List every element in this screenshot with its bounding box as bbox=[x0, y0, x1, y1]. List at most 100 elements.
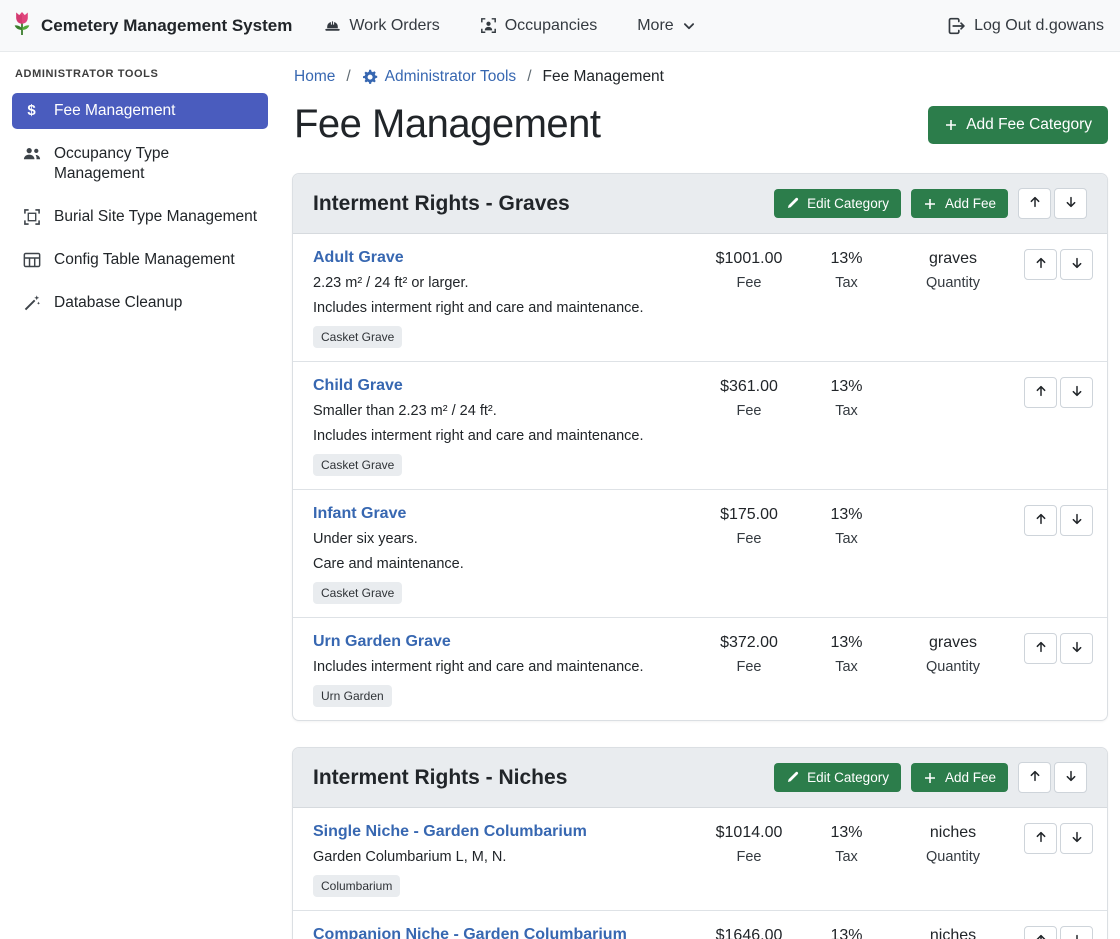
fee-quantity-column: niches Quantity bbox=[894, 823, 1012, 866]
fee-quantity-column bbox=[894, 505, 1012, 548]
fee-reorder-group bbox=[1024, 823, 1093, 854]
edit-category-label: Edit Category bbox=[807, 770, 889, 785]
arrow-down-icon bbox=[1070, 384, 1084, 401]
bounding-box-icon bbox=[22, 208, 41, 226]
breadcrumb-home[interactable]: Home bbox=[294, 68, 335, 86]
fee-name-link[interactable]: Companion Niche - Garden Columbarium bbox=[313, 926, 627, 939]
fee-row: Companion Niche - Garden Columbarium Gar… bbox=[293, 910, 1107, 939]
nav-item-label: More bbox=[637, 17, 673, 35]
add-fee-button[interactable]: Add Fee bbox=[911, 189, 1008, 218]
nav-item-more[interactable]: More bbox=[637, 17, 694, 35]
arrow-down-icon bbox=[1070, 830, 1084, 847]
tax-label: Tax bbox=[799, 275, 894, 292]
move-category-down-button[interactable] bbox=[1054, 188, 1087, 219]
move-category-up-button[interactable] bbox=[1018, 762, 1051, 793]
move-fee-up-button[interactable] bbox=[1024, 633, 1057, 664]
sidebar: Administrator Tools $ Fee Management Occ… bbox=[0, 52, 280, 939]
fee-name-link[interactable]: Adult Grave bbox=[313, 249, 404, 267]
fee-amount-column: $1646.00 Fee bbox=[699, 926, 799, 939]
add-fee-button[interactable]: Add Fee bbox=[911, 763, 1008, 792]
fee-description: Includes interment right and care and ma… bbox=[313, 659, 691, 675]
add-fee-category-button[interactable]: Add Fee Category bbox=[928, 106, 1108, 144]
fee-label: Fee bbox=[699, 531, 799, 548]
arrow-up-icon bbox=[1034, 512, 1048, 529]
arrow-up-icon bbox=[1034, 830, 1048, 847]
page-layout: Administrator Tools $ Fee Management Occ… bbox=[0, 52, 1120, 939]
fee-row: Adult Grave 2.23 m² / 24 ft² or larger.I… bbox=[293, 234, 1107, 361]
plus-icon bbox=[923, 197, 937, 211]
breadcrumb-admin-tools[interactable]: Administrator Tools bbox=[362, 68, 517, 86]
fee-name-link[interactable]: Single Niche - Garden Columbarium bbox=[313, 823, 587, 841]
page-title: Fee Management bbox=[292, 102, 601, 147]
move-fee-down-button[interactable] bbox=[1060, 633, 1093, 664]
fee-amount-column: $372.00 Fee bbox=[699, 633, 799, 676]
breadcrumb-separator: / bbox=[527, 68, 531, 86]
add-fee-label: Add Fee bbox=[945, 196, 996, 211]
move-fee-down-button[interactable] bbox=[1060, 926, 1093, 939]
quantity-unit bbox=[894, 506, 1012, 524]
fee-row: Infant Grave Under six years.Care and ma… bbox=[293, 489, 1107, 617]
plus-icon bbox=[923, 771, 937, 785]
tax-value: 13% bbox=[799, 927, 894, 939]
fee-name-link[interactable]: Infant Grave bbox=[313, 505, 406, 523]
sidebar-item-config-table-management[interactable]: Config Table Management bbox=[12, 242, 268, 278]
category-reorder-group bbox=[1018, 762, 1087, 793]
fee-type-badge: Urn Garden bbox=[313, 685, 392, 707]
fee-amount: $372.00 bbox=[699, 634, 799, 652]
logout-link[interactable]: Log Out d.gowans bbox=[947, 17, 1104, 35]
fee-tax-column: 13% Tax bbox=[799, 926, 894, 939]
fee-name-link[interactable]: Child Grave bbox=[313, 377, 403, 395]
quantity-unit: niches bbox=[894, 824, 1012, 842]
fee-reorder-group bbox=[1024, 377, 1093, 408]
move-fee-down-button[interactable] bbox=[1060, 377, 1093, 408]
edit-category-button[interactable]: Edit Category bbox=[774, 189, 901, 218]
fee-descriptions: Smaller than 2.23 m² / 24 ft².Includes i… bbox=[313, 403, 691, 444]
app-brand[interactable]: Cemetery Management System bbox=[10, 10, 292, 41]
arrow-up-icon bbox=[1028, 769, 1042, 786]
fee-name-link[interactable]: Urn Garden Grave bbox=[313, 633, 451, 651]
sidebar-heading: Administrator Tools bbox=[15, 68, 268, 80]
nav-item-label: Occupancies bbox=[505, 17, 598, 35]
quantity-unit: niches bbox=[894, 927, 1012, 939]
arrow-down-icon bbox=[1064, 195, 1078, 212]
sidebar-item-burial-site-type-management[interactable]: Burial Site Type Management bbox=[12, 199, 268, 235]
fee-description: Under six years. bbox=[313, 531, 691, 547]
move-fee-down-button[interactable] bbox=[1060, 823, 1093, 854]
dollar-icon: $ bbox=[22, 102, 41, 120]
sidebar-item-fee-management[interactable]: $ Fee Management bbox=[12, 93, 268, 129]
sidebar-item-database-cleanup[interactable]: Database Cleanup bbox=[12, 285, 268, 321]
sidebar-items: $ Fee Management Occupancy Type Manageme… bbox=[12, 93, 268, 321]
fee-row: Urn Garden Grave Includes interment righ… bbox=[293, 617, 1107, 720]
table-icon bbox=[22, 251, 41, 269]
edit-category-button[interactable]: Edit Category bbox=[774, 763, 901, 792]
move-category-down-button[interactable] bbox=[1054, 762, 1087, 793]
fee-info: Child Grave Smaller than 2.23 m² / 24 ft… bbox=[313, 377, 699, 476]
categories: Interment Rights - Graves Edit Category … bbox=[292, 173, 1108, 939]
tax-value: 13% bbox=[799, 378, 894, 396]
pencil-icon bbox=[786, 771, 799, 784]
move-fee-up-button[interactable] bbox=[1024, 926, 1057, 939]
wand-icon bbox=[22, 294, 41, 312]
nav-item-label: Work Orders bbox=[349, 17, 439, 35]
nav-item-work-orders[interactable]: Work Orders bbox=[324, 17, 439, 35]
fee-label: Fee bbox=[699, 659, 799, 676]
move-fee-down-button[interactable] bbox=[1060, 249, 1093, 280]
fee-row: Child Grave Smaller than 2.23 m² / 24 ft… bbox=[293, 361, 1107, 489]
category-header: Interment Rights - Niches Edit Category … bbox=[293, 748, 1107, 808]
nav-item-occupancies[interactable]: Occupancies bbox=[480, 17, 598, 35]
move-fee-up-button[interactable] bbox=[1024, 505, 1057, 536]
category-actions: Edit Category Add Fee bbox=[774, 762, 1087, 793]
fee-amount: $1646.00 bbox=[699, 927, 799, 939]
move-fee-up-button[interactable] bbox=[1024, 377, 1057, 408]
sidebar-item-label: Config Table Management bbox=[54, 250, 235, 270]
fee-amount: $361.00 bbox=[699, 378, 799, 396]
move-fee-down-button[interactable] bbox=[1060, 505, 1093, 536]
move-fee-up-button[interactable] bbox=[1024, 823, 1057, 854]
sidebar-item-occupancy-type-management[interactable]: Occupancy Type Management bbox=[12, 136, 268, 192]
move-category-up-button[interactable] bbox=[1018, 188, 1051, 219]
fee-amount: $175.00 bbox=[699, 506, 799, 524]
category-header: Interment Rights - Graves Edit Category … bbox=[293, 174, 1107, 234]
fee-amount-column: $1014.00 Fee bbox=[699, 823, 799, 866]
move-fee-up-button[interactable] bbox=[1024, 249, 1057, 280]
sidebar-item-label: Fee Management bbox=[54, 101, 176, 121]
